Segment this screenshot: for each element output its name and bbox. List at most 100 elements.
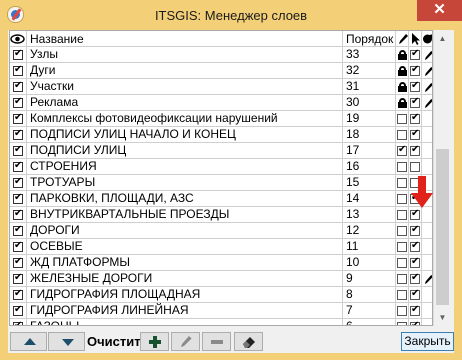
edit-checkbox[interactable] (397, 290, 407, 300)
label-header[interactable] (422, 31, 432, 47)
visibility-checkbox[interactable] (13, 96, 23, 108)
table-row[interactable]: ДОРОГИ12 (10, 223, 432, 239)
label-cell[interactable] (422, 95, 432, 111)
edit-checkbox[interactable] (397, 322, 407, 325)
visibility-checkbox[interactable] (13, 112, 23, 124)
clear-button[interactable]: Очистить (86, 332, 149, 351)
visibility-checkbox[interactable] (13, 288, 23, 300)
visibility-checkbox[interactable] (13, 64, 23, 76)
table-row[interactable]: ГАЗОНЫ6 (10, 319, 432, 325)
table-row[interactable]: ПОДПИСИ УЛИЦ НАЧАЛО И КОНЕЦ18 (10, 127, 432, 143)
window-close-button[interactable]: ✕ (417, 0, 462, 21)
edit-checkbox[interactable] (397, 194, 407, 204)
layer-name: ПОДПИСИ УЛИЦ НАЧАЛО И КОНЕЦ (27, 127, 343, 143)
visibility-checkbox[interactable] (13, 128, 23, 140)
edit-checkbox[interactable] (397, 306, 407, 316)
select-checkbox[interactable] (410, 240, 420, 252)
select-checkbox[interactable] (410, 96, 420, 108)
visibility-header[interactable] (10, 31, 27, 47)
label-cell[interactable] (422, 63, 432, 79)
select-checkbox[interactable] (410, 288, 420, 300)
select-checkbox[interactable] (410, 224, 420, 236)
visibility-checkbox[interactable] (13, 160, 23, 172)
edit-header[interactable] (396, 31, 409, 47)
visibility-checkbox[interactable] (13, 192, 23, 204)
table-row[interactable]: ГИДРОГРАФИЯ ЛИНЕЙНАЯ7 (10, 303, 432, 319)
table-row[interactable]: ВНУТРИКВАРТАЛЬНЫЕ ПРОЕЗДЫ13 (10, 207, 432, 223)
visibility-checkbox[interactable] (13, 304, 23, 316)
edit-checkbox[interactable] (397, 210, 407, 220)
move-up-button[interactable] (10, 332, 47, 351)
select-checkbox[interactable] (410, 256, 420, 268)
layers-table: Название Порядок Узлы33Дуги32Участки31Ре… (9, 30, 433, 326)
layer-name: ГАЗОНЫ (27, 319, 343, 325)
select-checkbox[interactable] (410, 162, 420, 172)
select-checkbox[interactable] (410, 320, 420, 325)
visibility-checkbox[interactable] (13, 320, 23, 325)
edit-checkbox[interactable] (397, 162, 407, 172)
edit-checkbox[interactable] (397, 242, 407, 252)
scroll-thumb[interactable] (436, 149, 449, 305)
visibility-checkbox[interactable] (13, 176, 23, 188)
select-checkbox[interactable] (410, 64, 420, 76)
select-checkbox[interactable] (410, 48, 420, 60)
select-checkbox[interactable] (410, 80, 420, 92)
table-row[interactable]: ЖЕЛЕЗНЫЕ ДОРОГИ9 (10, 271, 432, 287)
table-row[interactable]: Реклама30 (10, 95, 432, 111)
visibility-checkbox[interactable] (13, 224, 23, 236)
select-cell (409, 271, 422, 287)
move-down-button[interactable] (48, 332, 85, 351)
edit-checkbox[interactable] (397, 274, 407, 284)
select-checkbox[interactable] (410, 272, 420, 284)
layer-name: ЖЕЛЕЗНЫЕ ДОРОГИ (27, 271, 343, 287)
window-title: ITSGIS: Менеджер слоев (154, 8, 308, 23)
scroll-up-arrow-icon[interactable]: ▲ (434, 30, 451, 47)
layer-name: Реклама (27, 95, 343, 111)
visibility-checkbox[interactable] (13, 240, 23, 252)
layer-order: 10 (343, 255, 396, 271)
table-row[interactable]: Дуги32 (10, 63, 432, 79)
edit-checkbox[interactable] (397, 258, 407, 268)
label-cell[interactable] (422, 47, 432, 63)
edit-checkbox[interactable] (397, 178, 407, 188)
select-checkbox[interactable] (410, 144, 420, 156)
visibility-checkbox[interactable] (13, 48, 23, 60)
remove-layer-button[interactable] (202, 332, 231, 351)
table-row[interactable]: ОСЕВЫЕ11 (10, 239, 432, 255)
table-row[interactable]: ТРОТУАРЫ15 (10, 175, 432, 191)
edit-checkbox[interactable] (397, 144, 407, 156)
table-row[interactable]: Комплексы фотовидеофиксации нарушений19 (10, 111, 432, 127)
table-row[interactable]: ПАРКОВКИ, ПЛОЩАДИ, АЗС14 (10, 191, 432, 207)
table-row[interactable]: Узлы33 (10, 47, 432, 63)
pencil-icon (424, 98, 432, 109)
table-row[interactable]: Участки31 (10, 79, 432, 95)
vertical-scrollbar[interactable]: ▲ ▼ (433, 30, 450, 326)
visibility-checkbox[interactable] (13, 144, 23, 156)
table-row[interactable]: СТРОЕНИЯ16 (10, 159, 432, 175)
visibility-checkbox[interactable] (13, 208, 23, 220)
eraser-button[interactable] (234, 332, 263, 351)
add-layer-button[interactable] (140, 332, 169, 351)
name-header[interactable]: Название (27, 31, 343, 47)
visibility-checkbox[interactable] (13, 80, 23, 92)
visibility-checkbox[interactable] (13, 256, 23, 268)
select-checkbox[interactable] (410, 304, 420, 316)
select-checkbox[interactable] (410, 208, 420, 220)
close-button[interactable]: Закрыть (401, 332, 454, 351)
edit-layer-button[interactable] (171, 332, 200, 351)
edit-checkbox[interactable] (397, 226, 407, 236)
order-header[interactable]: Порядок (343, 31, 396, 47)
table-row[interactable]: ГИДРОГРАФИЯ ПЛОЩАДНАЯ8 (10, 287, 432, 303)
table-row[interactable]: ЖД ПЛАТФОРМЫ10 (10, 255, 432, 271)
label-cell[interactable] (422, 79, 432, 95)
edit-checkbox[interactable] (397, 114, 407, 124)
table-row[interactable]: ПОДПИСИ УЛИЦ17 (10, 143, 432, 159)
edit-checkbox[interactable] (397, 130, 407, 140)
select-cell (409, 95, 422, 111)
visibility-checkbox[interactable] (13, 272, 23, 284)
select-checkbox[interactable] (410, 128, 420, 140)
scroll-down-arrow-icon[interactable]: ▼ (434, 309, 451, 326)
select-header[interactable] (409, 31, 422, 47)
select-checkbox[interactable] (410, 112, 420, 124)
label-cell[interactable] (422, 271, 432, 287)
